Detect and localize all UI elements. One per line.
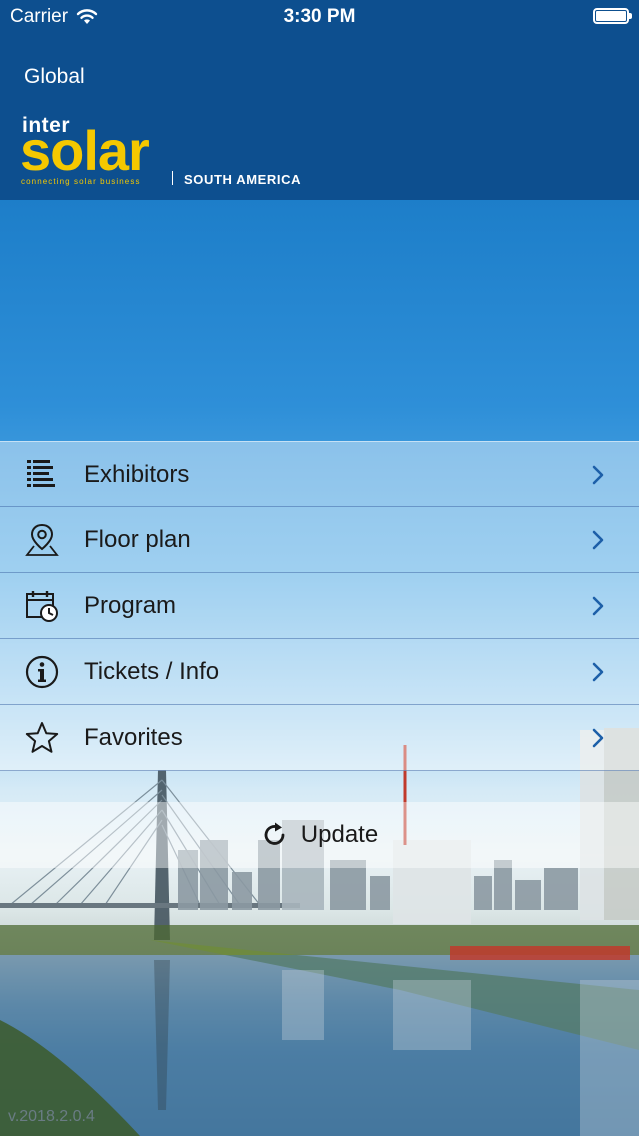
menu-item-exhibitors[interactable]: Exhibitors <box>0 441 639 507</box>
logo-divider <box>172 171 173 185</box>
logo-region: SOUTH AMERICA <box>184 172 302 187</box>
chevron-right-icon <box>592 728 604 748</box>
menu-item-program[interactable]: Program <box>0 573 639 639</box>
app-version: v.2018.2.0.4 <box>8 1108 95 1125</box>
menu-label: Favorites <box>84 724 183 751</box>
menu-item-favorites[interactable]: Favorites <box>0 705 639 771</box>
intersolar-logo: inter solar connecting solar business SO… <box>20 114 320 194</box>
global-back-link[interactable]: Global <box>24 65 85 89</box>
calendar-clock-icon <box>26 591 58 622</box>
update-button[interactable]: Update <box>0 802 639 868</box>
refresh-icon <box>264 822 285 845</box>
status-time: 3:30 PM <box>283 6 356 27</box>
menu-label: Exhibitors <box>84 461 190 488</box>
menu-item-floor-plan[interactable]: Floor plan <box>0 507 639 573</box>
header: Carrier 3:30 PM Global inter solar conne… <box>0 0 639 200</box>
chevron-right-icon <box>592 530 604 550</box>
train-illustration <box>450 946 630 960</box>
menu-label: Floor plan <box>84 526 191 553</box>
update-label: Update <box>300 821 379 848</box>
chevron-right-icon <box>592 465 604 485</box>
list-icon <box>27 460 55 487</box>
battery-icon <box>593 8 632 24</box>
info-icon <box>25 655 59 689</box>
status-bar: Carrier 3:30 PM <box>0 0 639 34</box>
chevron-right-icon <box>592 662 604 682</box>
main-menu: Exhibitors Floor plan Program Tickets / … <box>0 441 639 771</box>
star-icon <box>25 722 59 753</box>
chevron-right-icon <box>592 596 604 616</box>
logo-tagline: connecting solar business <box>21 177 141 186</box>
menu-label: Tickets / Info <box>84 658 220 685</box>
menu-item-tickets-info[interactable]: Tickets / Info <box>0 639 639 705</box>
menu-label: Program <box>84 592 177 619</box>
logo-solar: solar <box>20 119 150 182</box>
map-pin-icon <box>25 523 59 556</box>
